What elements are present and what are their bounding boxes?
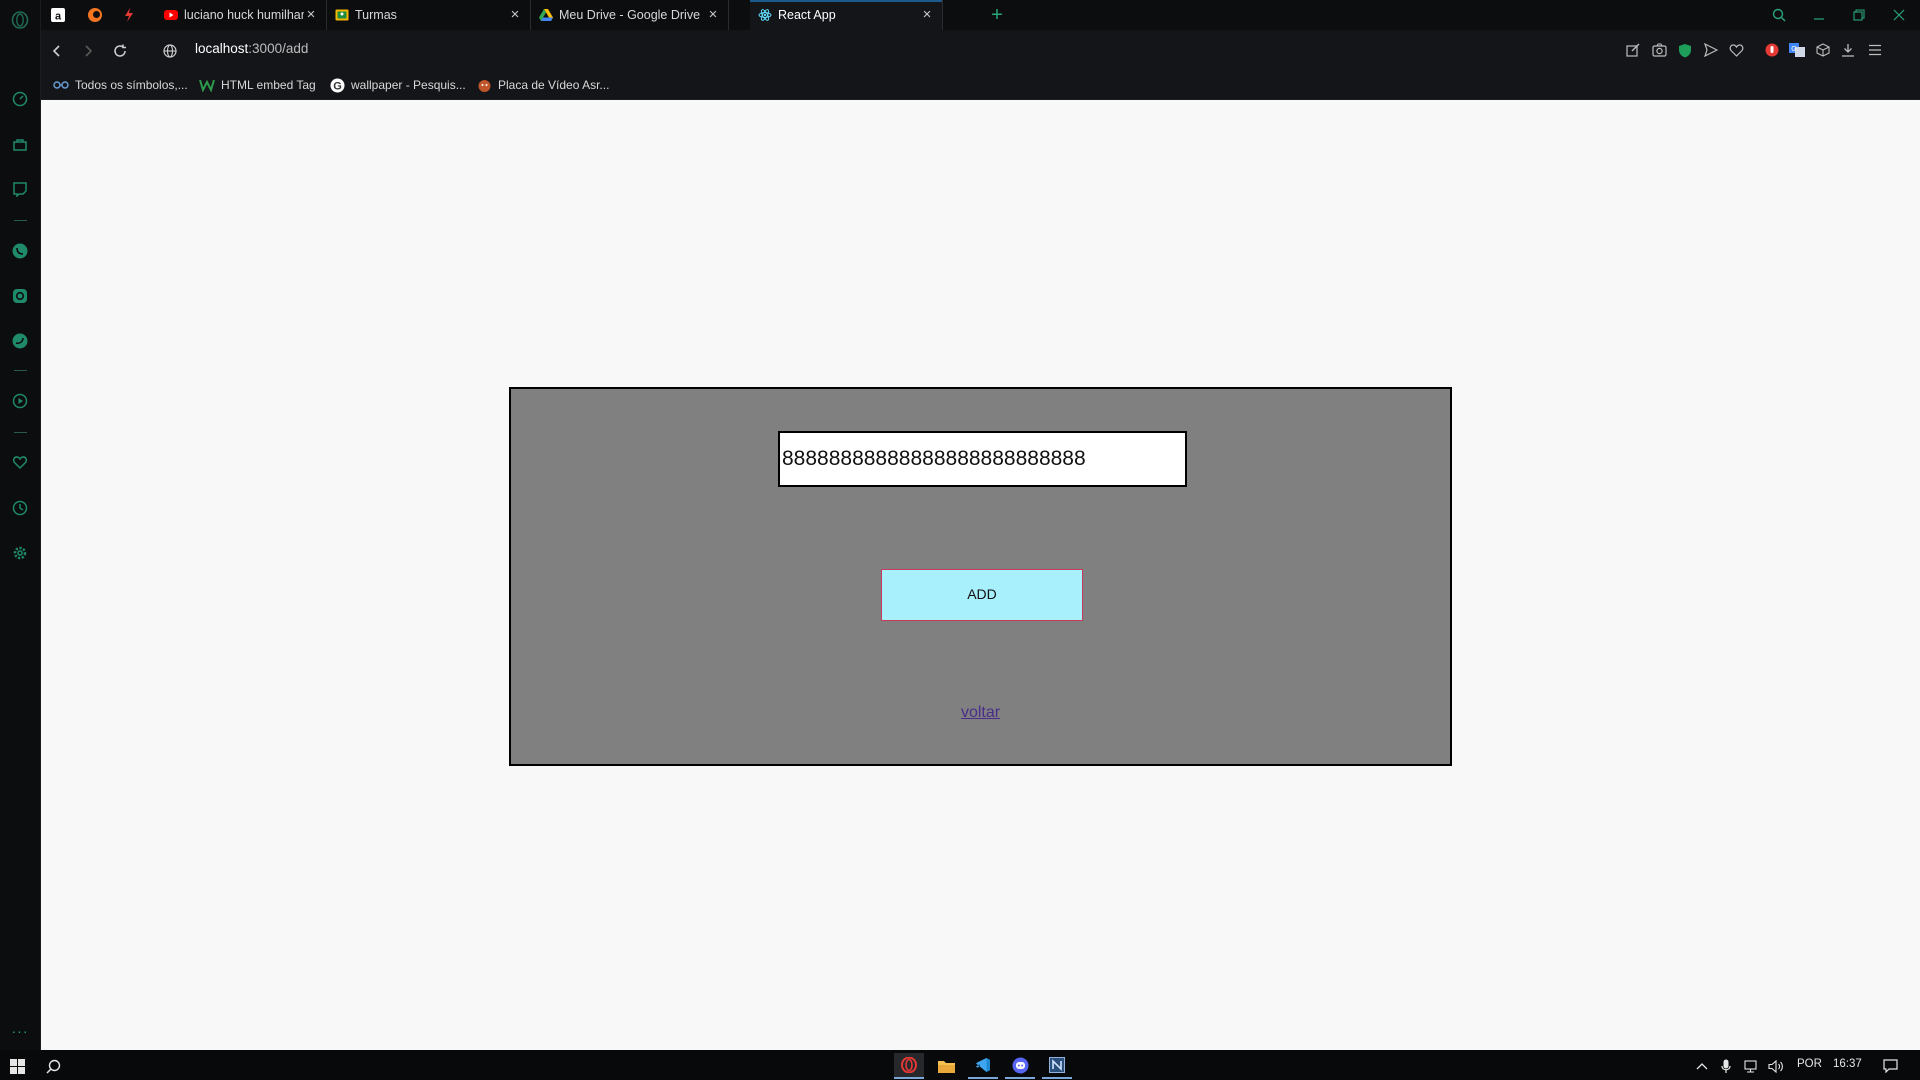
google-drive-icon [539,8,553,22]
heart-icon[interactable] [9,451,31,473]
close-tab-icon[interactable]: × [508,7,522,22]
discord-icon[interactable] [1005,1053,1035,1079]
speed-dial-icon[interactable] [9,88,31,110]
search-tabs-icon[interactable] [1759,0,1799,30]
w3schools-icon [199,77,215,93]
react-icon [758,8,772,22]
downloads-icon[interactable] [1838,40,1858,60]
app-taskbar-icon[interactable] [1042,1053,1072,1079]
sidebar-divider [14,220,27,221]
forward-button[interactable] [77,40,99,62]
address-bar: localhost:3000/add G [41,30,1920,70]
svg-text:a: a [55,11,62,23]
volume-icon[interactable] [1766,1053,1786,1079]
bookmark-item[interactable]: HTML embed Tag [199,77,316,93]
file-explorer-icon[interactable] [931,1053,961,1079]
tab-google-drive[interactable]: Meu Drive - Google Drive × [531,0,729,30]
browser-sidebar: ··· [0,0,41,1050]
windows-start-icon[interactable] [2,1053,32,1079]
favorite-heart-icon[interactable] [1726,40,1746,60]
tab-youtube[interactable]: luciano huck humilhando p × [156,0,327,30]
add-button[interactable]: ADD [881,569,1083,621]
tab-title: React App [778,8,836,22]
add-form-card: ADD voltar [509,387,1452,766]
new-tab-button[interactable]: + [986,4,1008,26]
twitter-icon[interactable] [9,330,31,352]
sidebar-divider [14,370,27,371]
svg-text:G: G [1791,46,1796,53]
url-field[interactable]: localhost:3000/add [195,41,308,56]
bookmarks-bar: Todos os símbolos,... HTML embed Tag G w… [41,70,1920,100]
item-input[interactable] [778,431,1187,487]
tab-title: luciano huck humilhando p [184,8,304,22]
extensions-cube-icon[interactable] [1813,40,1833,60]
bookmark-label: Todos os símbolos,... [75,78,188,92]
close-tab-icon[interactable]: × [920,7,934,22]
back-button[interactable] [46,40,68,62]
player-icon[interactable] [9,390,31,412]
restore-button[interactable] [1839,0,1879,30]
vscode-icon[interactable] [968,1053,998,1079]
tab-title: Turmas [355,8,397,22]
opera-taskbar-icon[interactable] [894,1053,924,1079]
twitch-icon[interactable] [9,178,31,200]
bookmark-label: HTML embed Tag [221,78,316,92]
tab-turmas[interactable]: Turmas × [327,0,531,30]
google-icon: G [329,77,345,93]
close-tab-icon[interactable]: × [304,7,318,22]
input-language[interactable]: POR [1797,1058,1822,1070]
minimize-button[interactable] [1799,0,1839,30]
adblock-extension-icon[interactable] [1762,40,1782,60]
crunchyroll-pinned-tab-icon[interactable] [84,4,106,26]
site-info-icon[interactable] [159,40,181,62]
url-path: :3000/add [248,41,309,56]
more-options-icon[interactable]: ··· [9,1020,31,1042]
close-tab-icon[interactable]: × [706,7,720,22]
tab-strip: a luciano huck humilhando p × Turmas × M… [41,0,1920,30]
notifications-icon[interactable] [1878,1053,1902,1079]
search-icon[interactable] [38,1053,68,1079]
opera-logo-icon[interactable] [9,9,31,31]
snapshot-camera-icon[interactable] [1649,40,1669,60]
history-icon[interactable] [9,497,31,519]
whatsapp-icon[interactable] [9,240,31,262]
windows-taskbar: POR 16:37 [0,1050,1920,1080]
back-link[interactable]: voltar [961,704,1000,721]
reload-button[interactable] [109,40,131,62]
settings-icon[interactable] [9,542,31,564]
show-hidden-icons-chevron-icon[interactable] [1693,1053,1711,1079]
sidebar-divider [14,432,27,433]
url-host: localhost [195,41,249,56]
amazon-pinned-tab-icon[interactable]: a [47,4,69,26]
glasses-icon [53,77,69,93]
microphone-icon[interactable] [1717,1053,1735,1079]
instagram-icon[interactable] [9,285,31,307]
svg-text:G: G [333,80,342,92]
close-window-button[interactable] [1879,0,1919,30]
store-mascot-icon [476,77,492,93]
send-flow-icon[interactable] [1701,40,1721,60]
back-link-container: voltar [511,704,1450,722]
bolt-pinned-tab-icon[interactable] [118,4,140,26]
web-page: ADD voltar [41,101,1920,1050]
bookmark-label: Placa de Vídeo Asr... [498,78,610,92]
youtube-icon [164,8,178,22]
tab-react-app[interactable]: React App × [750,0,943,30]
network-icon[interactable] [1741,1053,1761,1079]
bookmark-item[interactable]: Todos os símbolos,... [53,77,188,93]
vpn-shield-icon[interactable] [1675,40,1695,60]
edit-page-icon[interactable] [1623,40,1643,60]
bookmark-label: wallpaper - Pesquis... [351,78,466,92]
bookmark-item[interactable]: G wallpaper - Pesquis... [329,77,466,93]
shopping-icon[interactable] [9,133,31,155]
classroom-icon [335,8,349,22]
bookmark-item[interactable]: Placa de Vídeo Asr... [476,77,609,93]
tab-title: Meu Drive - Google Drive [559,8,701,22]
easy-setup-menu-icon[interactable] [1865,40,1885,60]
translate-extension-icon[interactable]: G [1787,40,1807,60]
clock-time[interactable]: 16:37 [1833,1058,1862,1070]
